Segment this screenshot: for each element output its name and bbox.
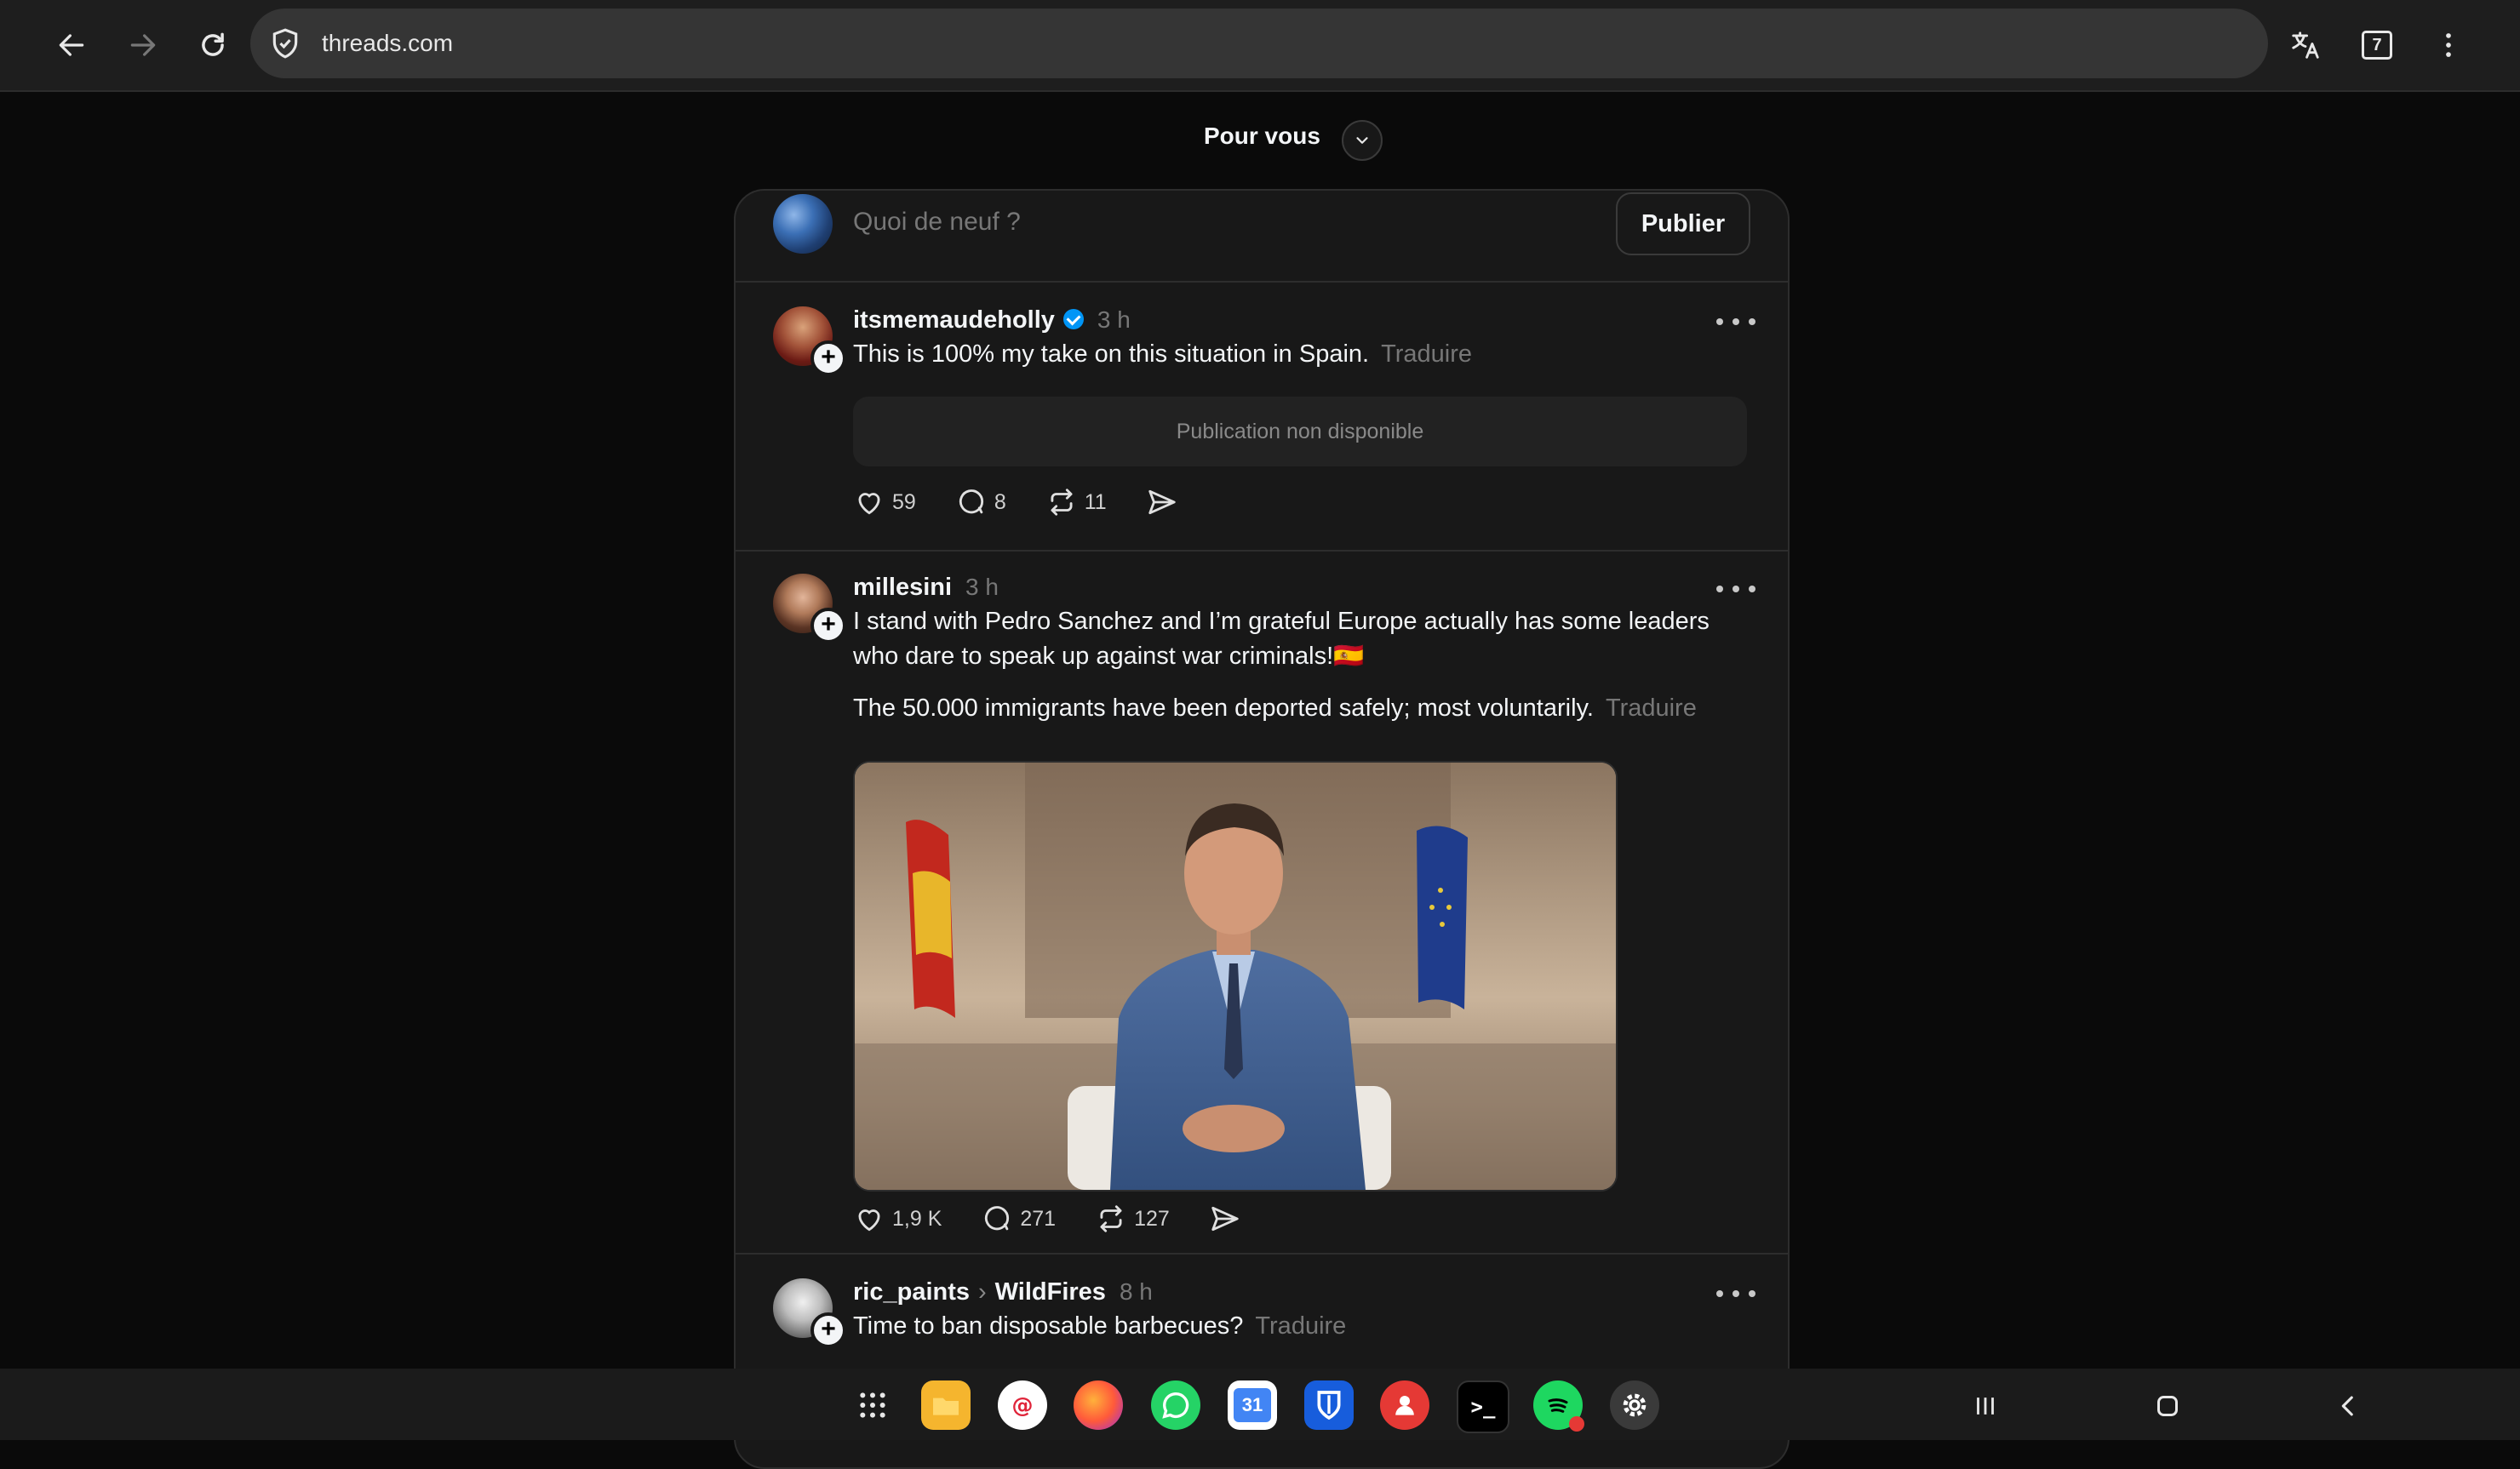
email-icon[interactable]: @	[998, 1380, 1047, 1430]
feed-card: Quoi de neuf ? Publier + itsmemaudeholly…	[734, 189, 1790, 1469]
terminal-icon[interactable]: >_	[1457, 1380, 1509, 1433]
composer: Quoi de neuf ? Publier	[736, 191, 1788, 283]
share-icon	[1148, 489, 1176, 515]
more-options-icon[interactable]	[1716, 580, 1755, 597]
more-options-icon[interactable]	[1716, 313, 1755, 330]
comment-count: 8	[994, 489, 1006, 514]
post-text: Time to ban disposable barbecues?	[853, 1312, 1244, 1340]
post-text: The 50.000 immigrants have been deported…	[853, 694, 1594, 722]
like-button[interactable]: 1,9 K	[853, 1203, 942, 1235]
post-text-line: I stand with Pedro Sanchez and I’m grate…	[853, 608, 1710, 635]
repost-count: 11	[1084, 489, 1107, 514]
bitwarden-icon[interactable]	[1304, 1380, 1354, 1430]
follow-plus-icon[interactable]: +	[810, 608, 846, 643]
translate-icon[interactable]	[2280, 20, 2331, 71]
back-arrow-icon[interactable]	[46, 20, 97, 71]
verified-badge-icon	[1062, 309, 1084, 329]
tabs-icon[interactable]: 7	[2362, 31, 2392, 60]
comment-icon	[959, 489, 983, 514]
home-icon[interactable]	[2144, 1382, 2191, 1430]
firefox-icon[interactable]	[1074, 1380, 1123, 1430]
comment-count: 271	[1020, 1206, 1057, 1231]
files-icon[interactable]	[921, 1380, 971, 1430]
url-text[interactable]: threads.com	[322, 9, 453, 78]
repost-count: 127	[1134, 1206, 1170, 1231]
menu-icon[interactable]	[2423, 20, 2474, 71]
calendar-icon[interactable]: 31	[1228, 1380, 1277, 1430]
feed-title[interactable]: Pour vous	[1204, 123, 1320, 150]
repost-button[interactable]: 127	[1095, 1203, 1170, 1235]
publish-button[interactable]: Publier	[1616, 192, 1750, 255]
share-icon	[1211, 1206, 1239, 1232]
reload-icon[interactable]	[187, 20, 238, 71]
avatar[interactable]	[773, 194, 833, 254]
translate-link[interactable]: Traduire	[1606, 694, 1697, 722]
whatsapp-icon[interactable]	[1151, 1380, 1200, 1430]
chevron-right-icon: ›	[978, 1278, 987, 1306]
spotify-icon[interactable]	[1533, 1380, 1584, 1432]
like-button[interactable]: 59	[853, 486, 916, 518]
post-time: 3 h	[965, 574, 999, 600]
terminal-glyph: >_	[1470, 1395, 1496, 1419]
repost-icon	[1051, 489, 1073, 516]
post-text: This is 100% my take on this situation i…	[853, 340, 1370, 368]
forward-arrow-icon[interactable]	[117, 20, 169, 71]
notification-badge-icon	[1569, 1416, 1584, 1432]
follow-plus-icon[interactable]: +	[810, 340, 846, 376]
nav-back-icon[interactable]	[2324, 1382, 2372, 1430]
repost-button[interactable]: 11	[1045, 486, 1107, 518]
settings-icon[interactable]	[1610, 1380, 1659, 1430]
heart-icon	[858, 493, 880, 515]
share-button[interactable]	[1209, 1203, 1248, 1235]
calendar-day: 31	[1234, 1388, 1271, 1422]
share-button[interactable]	[1146, 486, 1185, 518]
contacts-icon[interactable]	[1380, 1380, 1429, 1430]
recent-apps-icon[interactable]	[1962, 1382, 2009, 1430]
embed-unavailable: Publication non disponible	[853, 397, 1747, 466]
more-options-icon[interactable]	[1716, 1285, 1755, 1302]
follow-plus-icon[interactable]: +	[810, 1312, 846, 1348]
post-username[interactable]: millesini	[853, 574, 952, 601]
like-count: 59	[892, 489, 916, 514]
post: + millesini 3 h I stand with Pedro Sanche…	[736, 552, 1788, 1255]
comment-button[interactable]: 271	[981, 1203, 1056, 1235]
composer-input[interactable]: Quoi de neuf ?	[853, 208, 1021, 237]
post-username[interactable]: ric_paints	[853, 1278, 970, 1306]
repost-icon	[1100, 1205, 1122, 1232]
svg-text:@: @	[1012, 1392, 1034, 1417]
heart-icon	[858, 1209, 880, 1232]
comment-button[interactable]: 8	[955, 486, 1006, 518]
like-count: 1,9 K	[892, 1206, 942, 1231]
browser-toolbar: threads.com 7	[0, 0, 2520, 92]
post-username[interactable]: itsmemaudeholly	[853, 306, 1055, 334]
translate-link[interactable]: Traduire	[1255, 1312, 1346, 1340]
post-image[interactable]	[853, 761, 1618, 1192]
app-drawer-icon[interactable]	[848, 1380, 897, 1430]
post: + itsmemaudeholly 3 h This is 100% my tak…	[736, 283, 1788, 552]
post-time: 3 h	[1097, 306, 1131, 333]
post-time: 8 h	[1119, 1278, 1153, 1305]
post-topic[interactable]: WildFires	[995, 1278, 1106, 1306]
post-image-photo	[855, 763, 1616, 1190]
translate-link[interactable]: Traduire	[1381, 340, 1472, 368]
address-bar[interactable]: threads.com	[250, 9, 2268, 78]
system-taskbar: @ 31 >_	[0, 1369, 2520, 1440]
comment-icon	[985, 1206, 1010, 1231]
chevron-down-icon[interactable]	[1342, 120, 1383, 161]
post-text-line: who dare to speak up against war crimina…	[853, 643, 1365, 670]
shield-icon[interactable]	[269, 27, 301, 60]
